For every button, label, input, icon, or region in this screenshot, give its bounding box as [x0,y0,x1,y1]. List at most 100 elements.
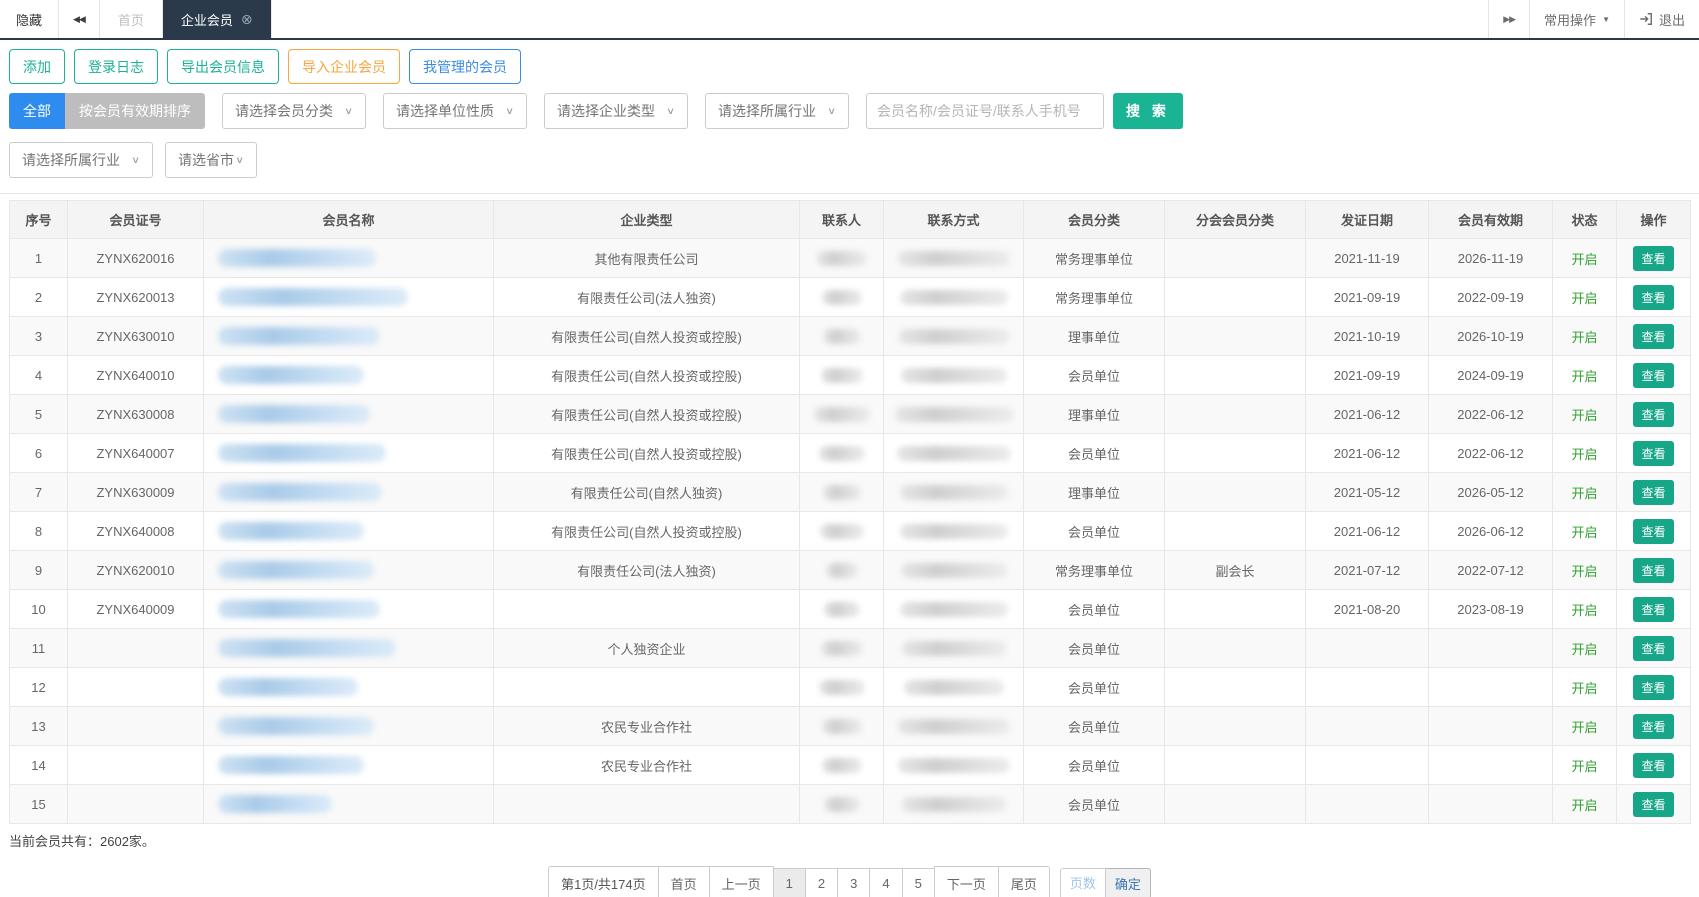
cell-contact-phone [883,238,1024,278]
cell-status: 开启 [1552,238,1617,278]
page-number-button[interactable]: 3 [837,868,871,897]
cell-actions: 查看 [1616,316,1691,356]
filter-select[interactable]: 请选择单位性质 ∨ [383,93,527,129]
toolbar-button[interactable]: 添加 [9,49,65,84]
cell-member-name[interactable] [203,550,494,590]
view-button[interactable]: 查看 [1633,557,1674,583]
cell-branch-category [1164,433,1306,473]
column-header: 会员有效期 [1428,200,1553,239]
search-button[interactable]: 搜 索 [1113,93,1183,129]
toolbar-button[interactable]: 导入企业会员 [288,49,400,84]
tab-enterprise-members[interactable]: 企业会员 ⊗ [162,0,272,38]
cell-member-name[interactable] [203,277,494,317]
filter-select[interactable]: 请选省市 ∨ [165,142,257,178]
status-badge: 开启 [1571,485,1598,501]
column-header: 发证日期 [1305,200,1429,239]
filter-all-button[interactable]: 全部 [9,93,65,129]
cell-member-name[interactable] [203,394,494,434]
cell-member-name[interactable] [203,472,494,512]
scroll-tabs-right-icon[interactable]: ▶▶ [1489,0,1529,38]
close-tab-icon[interactable]: ⊗ [241,12,253,26]
cell-contact [799,355,884,395]
filter-select[interactable]: 请选择所属行业 ∨ [705,93,849,129]
cell-status: 开启 [1552,550,1617,590]
view-button[interactable]: 查看 [1633,674,1674,700]
first-page-button[interactable]: 首页 [657,866,710,897]
page-number-button[interactable]: 5 [901,868,935,897]
filter-select[interactable]: 请选择所属行业 ∨ [9,142,153,178]
redacted-contact-phone [897,251,1010,267]
cell-issue-date: 2021-09-19 [1305,277,1429,317]
page-number-input[interactable] [1059,868,1106,897]
table-row: 1 ZYNX620016 其他有限责任公司 常务理事单位 2021-11-19 … [9,238,1691,278]
tab-home[interactable]: 首页 [100,0,163,38]
cell-contact [799,745,884,785]
cell-member-name[interactable] [203,784,494,824]
logout-icon [1640,13,1652,25]
toolbar-button[interactable]: 登录日志 [74,49,158,84]
cell-member-name[interactable] [203,511,494,551]
filter-select[interactable]: 请选择会员分类 ∨ [222,93,366,129]
cell-enterprise-type [493,589,800,629]
cell-member-name[interactable] [203,355,494,395]
sort-by-validity-button[interactable]: 按会员有效期排序 [65,93,205,129]
cell-actions: 查看 [1616,784,1691,824]
logout-button[interactable]: 退出 [1623,0,1699,38]
toolbar-button[interactable]: 我管理的会员 [409,49,521,84]
view-button[interactable]: 查看 [1633,284,1674,310]
toolbar-button[interactable]: 导出会员信息 [167,49,279,84]
status-badge: 开启 [1571,329,1598,345]
view-button[interactable]: 查看 [1633,752,1674,778]
cell-enterprise-type: 其他有限责任公司 [493,238,800,278]
cell-member-category: 会员单位 [1023,745,1165,785]
prev-page-button[interactable]: 上一页 [708,866,774,897]
cell-member-name[interactable] [203,316,494,356]
last-page-button[interactable]: 尾页 [997,866,1050,897]
view-button[interactable]: 查看 [1633,635,1674,661]
search-input[interactable] [866,93,1104,129]
filter-select[interactable]: 请选择企业类型 ∨ [544,93,688,129]
view-button[interactable]: 查看 [1633,479,1674,505]
next-page-button[interactable]: 下一页 [933,866,999,897]
cell-member-name[interactable] [203,589,494,629]
page-number-button[interactable]: 2 [804,868,839,897]
cell-member-name[interactable] [203,706,494,746]
page-number-button[interactable]: 1 [772,868,806,897]
cell-member-name[interactable] [203,238,494,278]
view-button[interactable]: 查看 [1633,362,1674,388]
view-button[interactable]: 查看 [1633,323,1674,349]
view-button[interactable]: 查看 [1633,440,1674,466]
common-operations-menu[interactable]: 常用操作 ▼ [1529,0,1624,38]
view-button[interactable]: 查看 [1633,791,1674,817]
cell-index: 14 [9,745,68,785]
view-button[interactable]: 查看 [1633,713,1674,739]
confirm-page-button[interactable]: 确定 [1105,868,1151,897]
cell-member-category: 理事单位 [1023,316,1165,356]
view-button[interactable]: 查看 [1633,518,1674,544]
redacted-contact-name [823,602,860,618]
view-button[interactable]: 查看 [1633,596,1674,622]
scroll-tabs-left-icon[interactable]: ◀◀ [59,0,100,38]
cell-enterprise-type: 有限责任公司(自然人投资或控股) [493,511,800,551]
cell-branch-category [1164,472,1306,512]
cell-member-name[interactable] [203,433,494,473]
cell-valid-until: 2022-06-12 [1428,394,1553,434]
cell-member-category: 常务理事单位 [1023,550,1165,590]
cell-member-name[interactable] [203,628,494,668]
filter-select-value: 请选择企业类型 [557,103,655,119]
redacted-contact-name [821,290,862,306]
hide-tabs-button[interactable]: 隐藏 [0,0,60,38]
table-row: 14 农民专业合作社 会员单位 开启 查看 [9,745,1691,785]
redacted-contact-name [819,524,864,540]
redacted-contact-name [818,446,865,462]
cell-actions: 查看 [1616,433,1691,473]
page-number-button[interactable]: 4 [869,868,903,897]
top-tab-bar: 隐藏 ◀◀ 首页 企业会员 ⊗ ▶▶ 常用操作 ▼ 退出 [0,0,1699,40]
cell-member-name[interactable] [203,667,494,707]
view-button[interactable]: 查看 [1633,245,1674,271]
view-button[interactable]: 查看 [1633,401,1674,427]
section-divider [0,193,1699,194]
cell-valid-until: 2024-09-19 [1428,355,1553,395]
cell-member-name[interactable] [203,745,494,785]
status-badge: 开启 [1571,563,1598,579]
